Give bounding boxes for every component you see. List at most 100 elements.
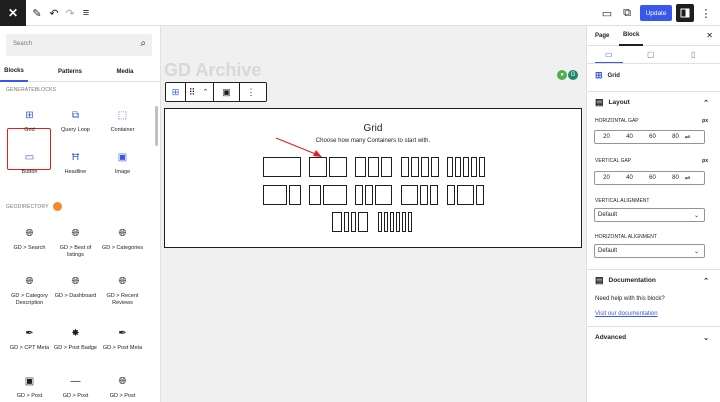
tab-blocks[interactable]: Blocks	[0, 62, 28, 82]
layout-column	[390, 212, 394, 232]
documentation-link[interactable]: Visit our documentation	[595, 311, 658, 317]
block-gd-category-description[interactable]: 🌐︎ GD > Category Description	[7, 276, 52, 307]
layout-column	[421, 157, 429, 177]
tab-patterns[interactable]: Patterns	[50, 62, 90, 82]
vertical-gap-presets[interactable]: 20 40 60 80 ⇌	[594, 171, 705, 185]
block-gd-dashboard[interactable]: 🌐︎ GD > Dashboard	[53, 276, 98, 300]
styles-subtab-icon[interactable]: ▢	[647, 50, 655, 59]
layout-column	[455, 157, 461, 177]
options-menu-icon[interactable]: ⋮	[700, 0, 712, 26]
block-gd-post-globe[interactable]: 🌐︎ GD > Post	[100, 376, 145, 400]
tab-block[interactable]: Block	[619, 26, 644, 46]
horizontal-gap-presets[interactable]: 20 40 60 80 ⇌	[594, 130, 705, 144]
block-button[interactable]: ▭ Button	[7, 152, 52, 176]
layout-column	[309, 157, 327, 177]
horizontal-alignment-select[interactable]: Default ⌄	[594, 244, 705, 258]
gap-preset[interactable]: 60	[641, 175, 664, 181]
gap-preset[interactable]: 20	[595, 175, 618, 181]
block-container[interactable]: ⬚ Container	[100, 110, 145, 134]
badge-icon: ✸	[71, 328, 80, 339]
grid-layout-option[interactable]	[263, 185, 301, 205]
pencil-tools-icon[interactable]: ✎	[30, 0, 44, 26]
grid-layout-option[interactable]	[332, 212, 370, 232]
grammarly-icon[interactable]: G	[568, 70, 578, 80]
redo-icon[interactable]: ↷	[64, 0, 76, 26]
update-button[interactable]: Update	[640, 5, 672, 21]
block-gd-recent-reviews[interactable]: 🌐︎ GD > Recent Reviews	[100, 276, 145, 307]
globe-icon: 🌐︎	[25, 276, 34, 287]
advanced-panel-title: Advanced	[595, 334, 627, 341]
grid-layout-option[interactable]	[401, 157, 439, 177]
block-gd-best-of-listings[interactable]: 🌐︎ GD > Best of listings	[53, 228, 98, 259]
layout-column	[381, 157, 392, 177]
block-options-icon[interactable]: ⋮	[240, 83, 262, 101]
block-gd-search[interactable]: 🌐︎ GD > Search	[7, 228, 52, 252]
document-overview-icon[interactable]: ≡	[80, 0, 92, 26]
grid-placeholder-subtitle: Choose how many Containers to start with…	[315, 138, 431, 144]
block-gd-post-images[interactable]: ▣ GD > Post	[7, 376, 52, 400]
block-label: Container	[110, 127, 135, 133]
close-editor-button[interactable]: ✕	[0, 0, 26, 26]
settings-subtab-icon[interactable]: ▭	[595, 50, 623, 63]
vertical-alignment-select[interactable]: Default ⌄	[594, 208, 705, 222]
container-icon: ⬚	[117, 110, 128, 121]
documentation-panel-header[interactable]: ▤ Documentation ⌃	[587, 269, 720, 291]
tab-media[interactable]: Media	[108, 62, 142, 82]
page-title[interactable]: GD Archive	[164, 60, 261, 81]
view-post-icon[interactable]: ⧉	[620, 0, 634, 26]
tab-page[interactable]: Page	[595, 26, 609, 46]
grid-layout-option[interactable]	[401, 185, 439, 205]
block-card-title: Grid	[607, 72, 620, 79]
layout-column	[263, 157, 301, 177]
grid-layout-option[interactable]	[447, 185, 485, 205]
search-input[interactable]: Search ⌕	[6, 34, 152, 56]
block-gd-categories[interactable]: 🌐︎ GD > Categories	[100, 228, 145, 252]
unit-selector[interactable]: px	[702, 158, 708, 164]
block-gd-post-meta[interactable]: ✒ GD > Post Meta	[100, 328, 145, 352]
grid-layout-option[interactable]	[355, 185, 393, 205]
grid-layout-option[interactable]	[355, 157, 393, 177]
grid-layout-option[interactable]	[447, 157, 485, 177]
documentation-panel-title: Documentation	[608, 277, 656, 284]
unit-selector[interactable]: px	[702, 118, 708, 124]
grid-layout-option[interactable]	[309, 185, 347, 205]
block-subtabs: ▭ ▢ ▯	[587, 46, 720, 64]
sliders-icon[interactable]: ⇌	[676, 174, 699, 182]
block-label: GD > Post	[16, 393, 43, 399]
block-headline[interactable]: Ħ Headline	[53, 152, 98, 176]
block-image[interactable]: ▣ Image	[100, 152, 145, 176]
advanced-subtab-icon[interactable]: ▯	[691, 50, 695, 59]
block-label: Headline	[64, 169, 87, 175]
grid-placeholder-block[interactable]: Grid Choose how many Containers to start…	[164, 108, 582, 248]
plugin-icon[interactable]: ●	[557, 70, 567, 80]
gap-preset[interactable]: 60	[641, 134, 664, 140]
grid-layout-option[interactable]	[309, 157, 347, 177]
drag-handle-icon[interactable]: ⠿	[186, 83, 198, 101]
grid-layout-option[interactable]	[263, 157, 301, 177]
advanced-panel-header[interactable]: Advanced ⌄	[587, 326, 720, 348]
layout-panel-header[interactable]: ▤ Layout ⌃	[587, 91, 720, 113]
block-gd-post-separator[interactable]: — GD > Post	[53, 376, 98, 400]
sliders-icon[interactable]: ⇌	[676, 133, 699, 141]
block-grid[interactable]: ⊞ Grid	[7, 110, 52, 134]
move-up-down-icon[interactable]: ⌃	[198, 83, 214, 101]
select-value: Default	[598, 212, 618, 218]
gap-preset[interactable]: 40	[618, 175, 641, 181]
device-preview-icon[interactable]: ▭	[600, 0, 614, 26]
block-gd-post-badge[interactable]: ✸ GD > Post Badge	[53, 328, 98, 352]
block-label: GD > Categories	[101, 245, 144, 251]
block-query-loop[interactable]: ⧉ Query Loop	[53, 110, 98, 134]
layout-column	[355, 157, 366, 177]
settings-toggle-button[interactable]	[676, 4, 694, 22]
block-type-grid-icon[interactable]: ⊞	[166, 83, 186, 101]
block-gd-cpt-meta[interactable]: ✒ GD > CPT Meta	[7, 328, 52, 352]
geodirectory-logo-icon	[53, 202, 63, 211]
grid-options-icon[interactable]: ▣	[214, 83, 240, 101]
gap-preset[interactable]: 20	[595, 134, 618, 140]
undo-icon[interactable]: ↶	[48, 0, 60, 26]
grid-layout-option[interactable]	[378, 212, 416, 232]
close-icon[interactable]: ✕	[706, 31, 713, 40]
gap-preset[interactable]: 40	[618, 134, 641, 140]
scrollbar[interactable]	[155, 106, 158, 146]
horizontal-gap-label: HORIZONTAL GAP	[595, 118, 639, 124]
